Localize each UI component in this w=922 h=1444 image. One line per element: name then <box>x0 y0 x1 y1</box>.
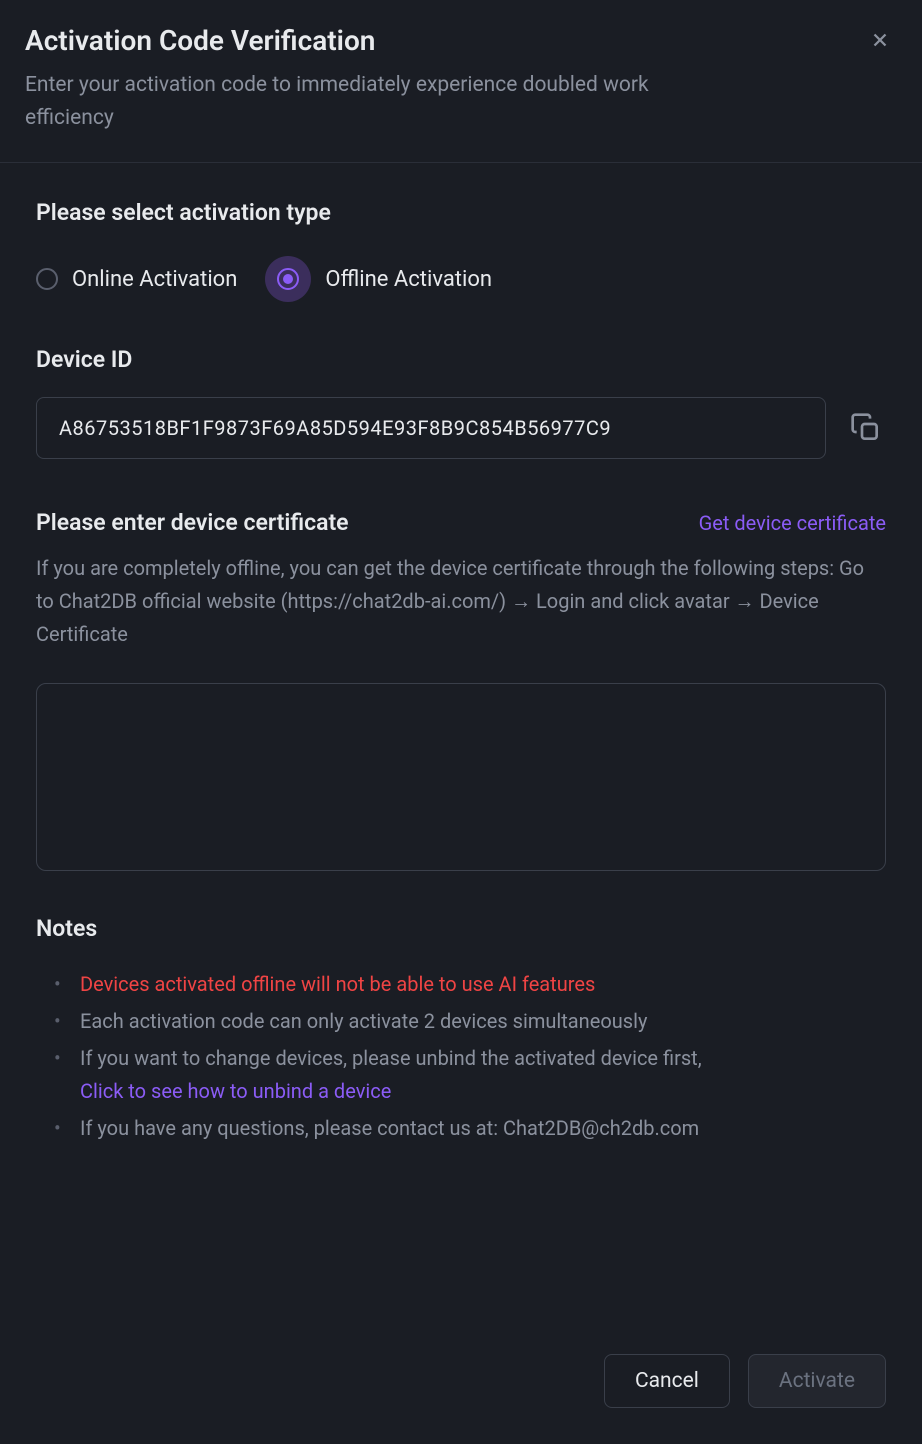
radio-option-offline[interactable]: Offline Activation <box>265 256 492 302</box>
modal-subtitle: Enter your activation code to immediatel… <box>25 69 725 134</box>
radio-label-online: Online Activation <box>72 267 237 292</box>
certificate-textarea[interactable] <box>36 683 886 871</box>
notes-list: Devices activated offline will not be ab… <box>36 968 886 1149</box>
cancel-button[interactable]: Cancel <box>604 1354 730 1408</box>
modal-title: Activation Code Verification <box>25 24 897 57</box>
device-id-label: Device ID <box>36 346 886 373</box>
certificate-label: Please enter device certificate <box>36 509 349 536</box>
note-text: If you want to change devices, please un… <box>80 1046 702 1070</box>
note-text: If you have any questions, please contac… <box>80 1116 699 1140</box>
device-id-input[interactable] <box>36 397 826 459</box>
certificate-help-text: If you are completely offline, you can g… <box>36 552 886 651</box>
activation-type-label: Please select activation type <box>36 199 886 226</box>
note-item-with-link: If you want to change devices, please un… <box>54 1042 886 1108</box>
note-text: Each activation code can only activate 2… <box>80 1009 647 1033</box>
modal-header: Activation Code Verification Enter your … <box>0 0 922 163</box>
activate-button[interactable]: Activate <box>748 1354 886 1408</box>
certificate-header: Please enter device certificate Get devi… <box>36 509 886 536</box>
note-item: If you have any questions, please contac… <box>54 1112 886 1145</box>
radio-label-offline: Offline Activation <box>325 267 492 292</box>
close-icon <box>869 29 891 51</box>
activation-modal: Activation Code Verification Enter your … <box>0 0 922 1444</box>
device-id-row <box>36 397 886 459</box>
note-warning-text: Devices activated offline will not be ab… <box>80 972 595 996</box>
note-item: Each activation code can only activate 2… <box>54 1005 886 1038</box>
radio-option-online[interactable]: Online Activation <box>36 267 237 292</box>
copy-icon <box>850 412 882 444</box>
close-button[interactable] <box>866 26 894 54</box>
unbind-device-link[interactable]: Click to see how to unbind a device <box>80 1079 391 1103</box>
radio-circle-icon <box>36 268 58 290</box>
modal-body: Please select activation type Online Act… <box>0 163 922 1354</box>
notes-label: Notes <box>36 915 886 942</box>
radio-selected-icon <box>265 256 311 302</box>
get-certificate-link[interactable]: Get device certificate <box>699 511 886 535</box>
modal-footer: Cancel Activate <box>0 1354 922 1444</box>
copy-button[interactable] <box>846 408 886 448</box>
note-item-warning: Devices activated offline will not be ab… <box>54 968 886 1001</box>
activation-type-radio-group: Online Activation Offline Activation <box>36 256 886 302</box>
